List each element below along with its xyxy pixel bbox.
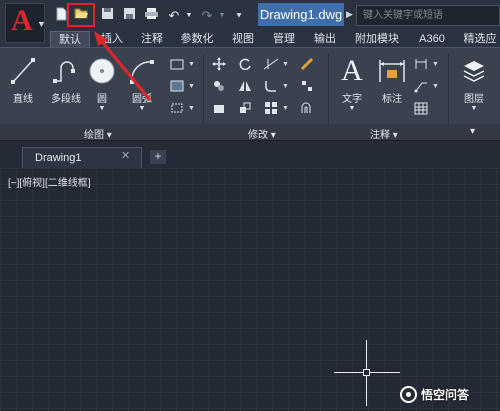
tab-featured[interactable]: 精选应	[458, 31, 500, 47]
linear-dimension-icon[interactable]	[412, 56, 430, 72]
watermark-text: 悟空问答	[421, 388, 470, 402]
drawing-canvas[interactable]	[0, 168, 500, 411]
ribbon-panel-area: 直线 多段线 圆 ▼ 圆弧 ▼ ▼ ▼ ▼ ▼ ▼ ▼ A 文字 ▼ 标注 ▼ …	[0, 47, 500, 141]
modify-panel-title[interactable]: 修改 ▾	[248, 126, 276, 141]
explode-icon[interactable]	[298, 78, 316, 94]
dimension-icon	[374, 54, 410, 88]
panel-divider	[448, 54, 449, 126]
circle-icon	[86, 54, 118, 88]
panel-divider	[203, 54, 204, 126]
dimension-tool-label: 标注	[382, 94, 402, 105]
crosshair-pickbox	[363, 369, 370, 376]
layers-icon	[456, 54, 492, 88]
chevron-down-icon[interactable]: ▼	[456, 105, 492, 112]
save-as-icon[interactable]	[120, 7, 138, 25]
text-tool[interactable]: A 文字 ▼	[334, 54, 370, 112]
arc-icon	[126, 54, 158, 88]
text-tool-label: 文字	[342, 94, 362, 105]
chevron-right-icon[interactable]: ▶	[346, 9, 353, 20]
document-tab-bar: Drawing1 ✕ +	[0, 140, 500, 169]
arc-tool-label: 圆弧	[132, 94, 152, 105]
layers-tool-label: 图层	[464, 94, 484, 105]
polyline-icon	[46, 54, 86, 88]
chevron-down-icon[interactable]: ▼	[334, 105, 370, 112]
tab-output[interactable]: 输出	[308, 31, 342, 47]
chevron-down-icon[interactable]: ▼	[432, 83, 439, 90]
line-icon	[8, 54, 38, 88]
arc-tool[interactable]: 圆弧 ▼	[126, 54, 158, 112]
rotate-icon[interactable]	[236, 56, 254, 72]
line-tool[interactable]: 直线	[8, 54, 38, 105]
chevron-down-icon[interactable]: ▼	[432, 61, 439, 68]
application-menu-button[interactable]: A ▼	[5, 3, 46, 43]
tab-insert[interactable]: 插入	[94, 31, 130, 47]
dimension-tool[interactable]: 标注	[374, 54, 410, 105]
layers-panel-expand[interactable]: ▾	[470, 126, 475, 137]
tab-addins[interactable]: 附加模块	[348, 31, 406, 47]
erase-icon[interactable]	[298, 56, 316, 72]
tab-view[interactable]: 视图	[226, 31, 260, 47]
mirror-icon[interactable]	[236, 78, 254, 94]
polyline-tool[interactable]: 多段线	[46, 54, 86, 105]
fillet-icon[interactable]	[262, 78, 280, 94]
circle-tool[interactable]: 圆 ▼	[86, 54, 118, 112]
offset-icon[interactable]	[298, 100, 316, 116]
chevron-down-icon: ▼	[37, 19, 46, 29]
autocad-logo-icon: A	[11, 4, 33, 37]
chevron-down-icon[interactable]: ▼	[282, 83, 289, 90]
ribbon-tab-bar: 默认 插入 注释 参数化 视图 管理 输出 附加模块 A360 精选应	[0, 31, 500, 47]
print-icon[interactable]	[142, 7, 160, 25]
circle-tool-label: 圆	[97, 94, 107, 105]
customize-quick-access-icon[interactable]: ⯆	[230, 7, 248, 25]
chevron-down-icon[interactable]: ▼	[126, 105, 158, 112]
chevron-down-icon[interactable]: ▼	[86, 105, 118, 112]
stretch-icon[interactable]	[210, 100, 228, 116]
tab-a360[interactable]: A360	[412, 31, 452, 47]
chevron-down-icon[interactable]: ▼	[188, 61, 195, 68]
annotation-panel-title[interactable]: 注释 ▾	[370, 126, 398, 141]
tab-default[interactable]: 默认	[50, 31, 90, 47]
hatch-icon[interactable]	[168, 78, 186, 94]
chevron-down-icon[interactable]: ▼	[188, 83, 195, 90]
watermark: 悟空问答	[400, 386, 469, 403]
save-icon[interactable]	[98, 7, 116, 25]
text-icon: A	[341, 54, 363, 87]
watermark-logo-icon	[400, 386, 417, 403]
chevron-down-icon[interactable]: ▼	[188, 105, 195, 112]
line-tool-label: 直线	[13, 94, 33, 105]
rectangle-icon[interactable]	[168, 56, 186, 72]
array-icon[interactable]	[262, 100, 280, 116]
polyline-tool-label: 多段线	[51, 94, 81, 105]
viewport-controls[interactable]: [−][俯视][二维线框]	[8, 174, 91, 189]
panel-divider	[328, 54, 329, 126]
draw-panel-title[interactable]: 绘图 ▾	[84, 126, 112, 141]
tab-annotate[interactable]: 注释	[134, 31, 170, 47]
trim-icon[interactable]	[262, 56, 280, 72]
undo-dropdown-icon[interactable]: ▼	[180, 7, 198, 25]
layers-tool[interactable]: 图层 ▼	[456, 54, 492, 112]
copy-icon[interactable]	[210, 78, 228, 94]
chevron-down-icon[interactable]: ▼	[282, 105, 289, 112]
document-title: Drawing1.dwg	[258, 3, 344, 26]
chevron-down-icon[interactable]: ▼	[282, 61, 289, 68]
boundary-icon[interactable]	[168, 100, 186, 116]
move-icon[interactable]	[210, 56, 228, 72]
leader-icon[interactable]	[412, 78, 430, 94]
open-button-highlight	[67, 3, 95, 27]
new-tab-icon[interactable]: +	[150, 150, 166, 164]
tab-parametric[interactable]: 参数化	[174, 31, 220, 47]
search-input[interactable]: 键入关键字或短语	[356, 5, 500, 26]
table-icon[interactable]	[412, 100, 430, 116]
close-icon[interactable]: ✕	[121, 149, 130, 162]
redo-dropdown-icon[interactable]: ▼	[213, 7, 231, 25]
scale-icon[interactable]	[236, 100, 254, 116]
tab-manage[interactable]: 管理	[266, 31, 302, 47]
